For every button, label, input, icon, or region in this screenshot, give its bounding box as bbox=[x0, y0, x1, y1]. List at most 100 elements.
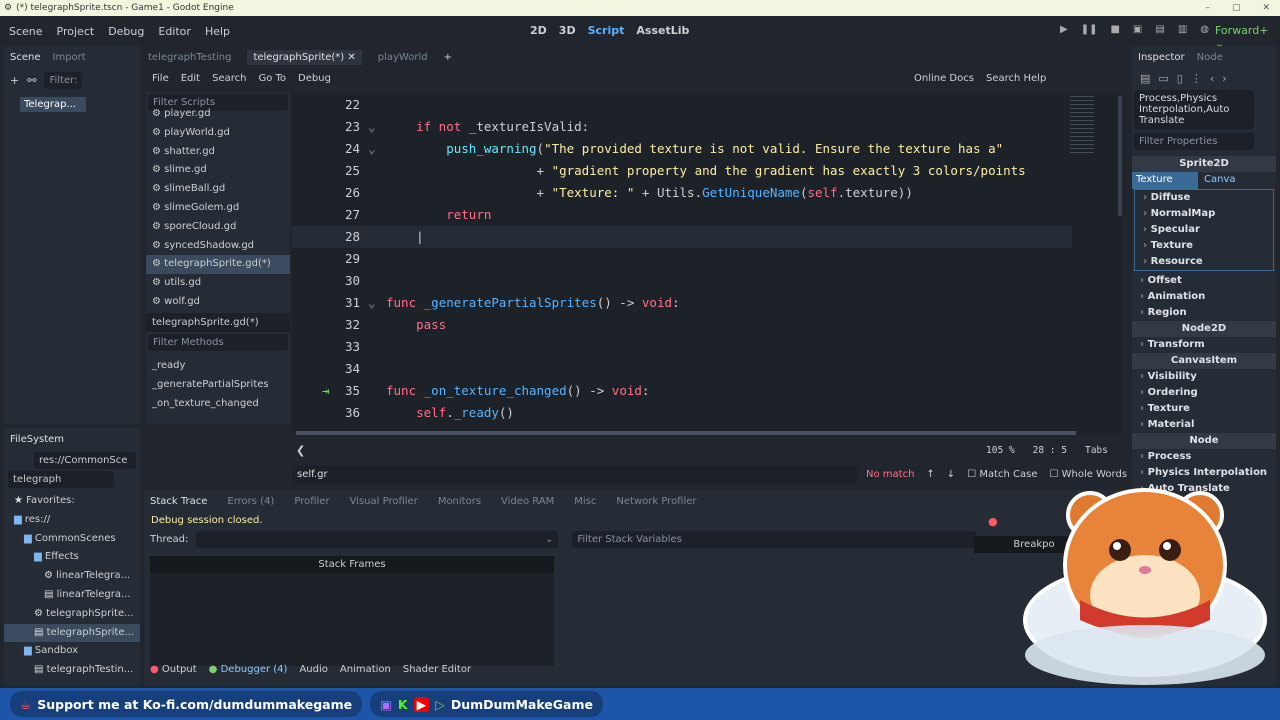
tab-animation[interactable]: Animation bbox=[340, 664, 391, 675]
mode-script[interactable]: Script bbox=[588, 24, 625, 37]
add-tab-icon[interactable]: + bbox=[444, 52, 452, 63]
script-menu-file[interactable]: File bbox=[152, 73, 169, 84]
filesystem-title[interactable]: FileSystem bbox=[10, 434, 64, 445]
method-item[interactable]: _ready bbox=[146, 357, 290, 376]
search-help-button[interactable]: Search Help bbox=[986, 73, 1046, 84]
root-node[interactable]: Telegrap... bbox=[20, 97, 86, 112]
debugger-tab[interactable]: Network Profiler bbox=[616, 496, 696, 507]
script-list-item[interactable]: ⚙ slime.gd bbox=[146, 161, 290, 180]
code-line[interactable]: 28 | bbox=[292, 226, 1072, 248]
script-list-item[interactable]: ⚙ slimeBall.gd bbox=[146, 180, 290, 199]
tab-output[interactable]: ● Output bbox=[150, 664, 197, 675]
tab-scene[interactable]: Scene bbox=[10, 52, 41, 63]
link-icon[interactable]: ⚯ bbox=[27, 74, 36, 87]
tab-import[interactable]: Import bbox=[53, 52, 86, 63]
script-menu-debug[interactable]: Debug bbox=[298, 73, 331, 84]
record-icon[interactable]: ● bbox=[988, 515, 998, 528]
menu-debug[interactable]: Debug bbox=[108, 25, 144, 38]
code-line[interactable]: 27 return bbox=[292, 204, 1072, 226]
property-group[interactable]: › Ordering bbox=[1132, 385, 1276, 401]
property-group[interactable]: › Process bbox=[1132, 449, 1276, 465]
script-list-item[interactable]: ⚙ sporeCloud.gd bbox=[146, 218, 290, 237]
code-editor[interactable]: 22 23 if not _textureIsValid: ⌄ 24 push_war… bbox=[292, 94, 1122, 434]
filesystem-item[interactable]: ▤ telegraphSprite... bbox=[4, 623, 140, 643]
scene-filter[interactable]: Filter: bbox=[44, 72, 83, 89]
texture-subgroup[interactable]: › Resource bbox=[1135, 254, 1273, 270]
signal-connection-icon[interactable]: ⇥ bbox=[322, 380, 330, 402]
tab-inspector[interactable]: Inspector bbox=[1138, 52, 1185, 63]
filesystem-item[interactable]: ▤ telegraphTestin... bbox=[4, 661, 140, 680]
menu-editor[interactable]: Editor bbox=[158, 25, 191, 38]
filesystem-search[interactable]: telegraph bbox=[8, 471, 114, 488]
debugger-tab[interactable]: Errors (4) bbox=[227, 496, 274, 507]
tab-node[interactable]: Node bbox=[1197, 52, 1223, 63]
inspector-toolbar[interactable]: ▤▭▯⋮‹› bbox=[1132, 68, 1276, 90]
toggle-scripts-icon[interactable]: ❮ bbox=[296, 444, 305, 457]
script-list-item[interactable]: ⚙ shatter.gd bbox=[146, 143, 290, 162]
code-line[interactable]: 36 self._ready() bbox=[292, 402, 1072, 424]
add-node-icon[interactable]: + bbox=[10, 74, 19, 87]
script-list-item[interactable]: ⚙ telegraphSprite.gd(*) bbox=[146, 255, 290, 275]
script-list-item[interactable]: ⚙ player.gd bbox=[146, 105, 290, 124]
filesystem-item[interactable]: ▆ Sandbox bbox=[4, 642, 140, 661]
texture-subgroup[interactable]: › Specular bbox=[1135, 222, 1273, 238]
node-selector[interactable]: Process,Physics Interpolation,Auto Trans… bbox=[1134, 90, 1254, 129]
script-list-item[interactable]: ⚙ syncedShadow.gd bbox=[146, 237, 290, 256]
texture-subgroup[interactable]: › Texture bbox=[1135, 238, 1273, 254]
script-list-item[interactable]: ⚙ slimeGolem.gd bbox=[146, 199, 290, 218]
horizontal-scrollbar[interactable] bbox=[296, 431, 1076, 435]
menu-project[interactable]: Project bbox=[57, 25, 95, 38]
debugger-tab[interactable]: Visual Profiler bbox=[350, 496, 418, 507]
minimap[interactable] bbox=[1070, 96, 1094, 156]
tab-audio[interactable]: Audio bbox=[299, 664, 327, 675]
code-line[interactable]: 22 bbox=[292, 94, 1072, 116]
indent-mode[interactable]: Tabs bbox=[1085, 445, 1108, 456]
debugger-tab[interactable]: Stack Trace bbox=[150, 496, 207, 507]
fold-arrow-icon[interactable]: ⌄ bbox=[368, 138, 376, 160]
fold-arrow-icon[interactable]: ⌄ bbox=[368, 292, 376, 314]
property-group[interactable]: › Offset bbox=[1132, 273, 1276, 289]
property-group[interactable]: › Animation bbox=[1132, 289, 1276, 305]
filesystem-item[interactable]: ▆ Effects bbox=[4, 548, 140, 567]
filesystem-item[interactable]: ⚙ telegraphSprite... bbox=[4, 605, 140, 624]
pause-icon[interactable]: ❚❚ bbox=[1081, 24, 1098, 35]
code-line[interactable]: 35 func _on_texture_changed() -> void: ⇥ bbox=[292, 380, 1072, 402]
mode-2d[interactable]: 2D bbox=[530, 24, 547, 37]
close-button[interactable]: ✕ bbox=[1262, 3, 1270, 13]
filesystem-item[interactable]: ▤ linearTelegra... bbox=[4, 586, 140, 605]
debugger-tab[interactable]: Monitors bbox=[438, 496, 481, 507]
script-menu-edit[interactable]: Edit bbox=[181, 73, 200, 84]
fold-arrow-icon[interactable]: ⌄ bbox=[368, 116, 376, 138]
tab-debugger[interactable]: ● Debugger (4) bbox=[209, 664, 288, 675]
thread-select[interactable]: ⌄ bbox=[196, 531, 559, 548]
path-field[interactable]: res://CommonSce bbox=[34, 452, 136, 469]
texture-subgroup[interactable]: › Diffuse bbox=[1135, 190, 1273, 206]
filter-stack-variables[interactable]: Filter Stack Variables bbox=[572, 531, 977, 548]
code-line[interactable]: 25 + "gradient property and the gradient… bbox=[292, 160, 1072, 182]
debugger-tab[interactable]: Video RAM bbox=[501, 496, 554, 507]
filesystem-item[interactable]: ▆ CommonScenes bbox=[4, 530, 140, 549]
stop-icon[interactable]: ■ bbox=[1110, 24, 1119, 35]
code-line[interactable]: 23 if not _textureIsValid: ⌄ bbox=[292, 116, 1072, 138]
code-line[interactable]: 32 pass bbox=[292, 314, 1072, 336]
code-line[interactable]: 31 func _generatePartialSprites() -> void… bbox=[292, 292, 1072, 314]
code-line[interactable]: 24 push_warning("The provided texture is… bbox=[292, 138, 1072, 160]
code-line[interactable]: 30 bbox=[292, 270, 1072, 292]
script-list-item[interactable]: ⚙ wolf.gd bbox=[146, 293, 290, 312]
play-icon[interactable]: ▶ bbox=[1060, 24, 1068, 35]
property-group[interactable]: › Transform bbox=[1132, 337, 1276, 353]
texture-property[interactable]: Texture Canva bbox=[1132, 172, 1276, 189]
property-group[interactable]: › Texture bbox=[1132, 401, 1276, 417]
tab-play-world[interactable]: playWorld bbox=[378, 52, 428, 63]
code-line[interactable]: 26 + "Texture: " + Utils.GetUniqueName(s… bbox=[292, 182, 1072, 204]
property-group[interactable]: › Visibility bbox=[1132, 369, 1276, 385]
script-menu-goto[interactable]: Go To bbox=[258, 73, 286, 84]
menu-scene[interactable]: Scene bbox=[9, 25, 43, 38]
script-list-item[interactable]: ⚙ utils.gd bbox=[146, 274, 290, 293]
find-next-icon[interactable]: ↓ bbox=[947, 469, 955, 480]
mode-assetlib[interactable]: AssetLib bbox=[636, 24, 689, 37]
property-group[interactable]: › Material bbox=[1132, 417, 1276, 433]
tab-telegraph-testing[interactable]: telegraphTesting bbox=[148, 52, 231, 63]
method-item[interactable]: _on_texture_changed bbox=[146, 395, 290, 414]
tab-shader-editor[interactable]: Shader Editor bbox=[403, 664, 471, 675]
